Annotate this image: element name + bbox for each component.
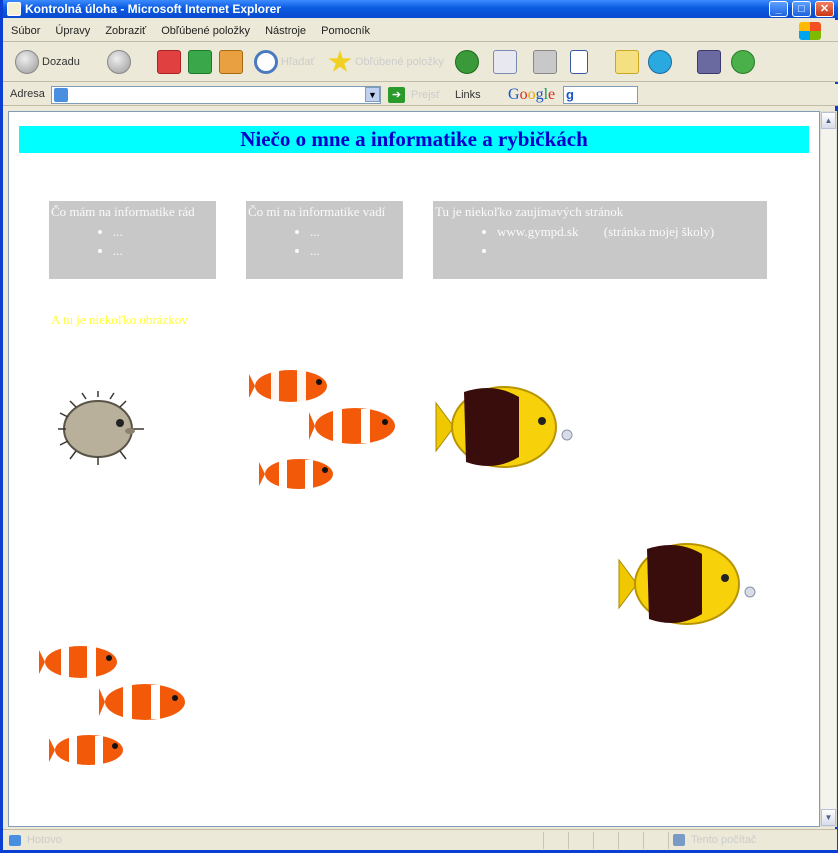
- mail-button[interactable]: [493, 49, 517, 75]
- menu-item-file[interactable]: Súbor: [11, 25, 40, 37]
- window-title: Kontrolná úloha - Microsoft Internet Exp…: [25, 2, 282, 16]
- status-divider: [643, 832, 644, 849]
- back-label: Dozadu: [42, 56, 80, 68]
- maximize-button[interactable]: □: [792, 1, 811, 17]
- menu-bar: Súbor Úpravy Zobraziť Obľúbené položky N…: [3, 20, 838, 42]
- minimize-button[interactable]: _: [769, 1, 788, 17]
- refresh-icon: [188, 50, 212, 74]
- search-icon: [254, 50, 278, 74]
- print-button[interactable]: [533, 49, 557, 75]
- scroll-down-icon[interactable]: ▼: [821, 809, 836, 826]
- history-icon: [455, 50, 479, 74]
- menu-item-tools[interactable]: Nástroje: [265, 25, 306, 37]
- title-bar: Kontrolná úloha - Microsoft Internet Exp…: [3, 0, 838, 18]
- tools-icon: [697, 50, 721, 74]
- search-label: Hľadať: [281, 56, 315, 68]
- computer-icon: [673, 834, 685, 846]
- print-icon: [533, 50, 557, 74]
- menu-item-view[interactable]: Zobraziť: [105, 25, 146, 37]
- list-item: ...: [113, 222, 214, 241]
- page-title: Niečo o mne a informatike a rybičkách: [19, 126, 809, 153]
- page-status-icon: [9, 835, 21, 846]
- note-button[interactable]: [615, 49, 639, 75]
- history-button[interactable]: [455, 49, 479, 75]
- back-icon: [15, 50, 39, 74]
- angelfish-image: [618, 543, 756, 625]
- status-divider: [593, 832, 594, 849]
- menu-item-edit[interactable]: Úpravy: [55, 25, 90, 37]
- list-item: ...: [113, 241, 214, 260]
- link-note: (stránka mojej školy): [603, 224, 715, 239]
- list-item: [497, 241, 765, 260]
- links-label[interactable]: Links: [455, 89, 481, 101]
- status-divider: [668, 832, 669, 849]
- angelfish-image: [435, 386, 573, 468]
- page-content: Niečo o mne a informatike a rybičkách Čo…: [8, 111, 820, 827]
- info-box-likes: Čo mám na informatike rád ... ...: [49, 201, 216, 279]
- address-label: Adresa: [10, 88, 45, 100]
- search-button[interactable]: Hľadať: [254, 49, 315, 75]
- zone-text: Tento počítač: [691, 834, 757, 846]
- word-button[interactable]: [570, 49, 588, 75]
- go-button[interactable]: ➔: [388, 87, 405, 103]
- forward-button[interactable]: [107, 49, 131, 75]
- favorites-label: Obľúbené položky: [355, 56, 444, 68]
- go-label[interactable]: Prejsť: [411, 89, 440, 101]
- vertical-scrollbar[interactable]: ▲ ▼: [820, 111, 837, 827]
- mail-icon: [493, 50, 517, 74]
- list-item: ...: [310, 241, 401, 260]
- stop-button[interactable]: [157, 49, 181, 75]
- address-input[interactable]: [51, 86, 381, 104]
- menu-item-favorites[interactable]: Obľúbené položky: [161, 25, 250, 37]
- home-button[interactable]: [219, 49, 243, 75]
- status-divider: [618, 832, 619, 849]
- info-box-links: Tu je niekoľko zaujímavých stránok www.g…: [433, 201, 767, 279]
- images-label: A tu je niekoľko obrázkov: [51, 312, 188, 327]
- google-logo: Google: [508, 86, 556, 103]
- list-item: www.gympd.sk (stránka mojej školy): [497, 222, 765, 241]
- info-box-dislikes: Čo mi na informatike vadí ... ...: [246, 201, 403, 279]
- box-title: Čo mi na informatike vadí: [248, 204, 386, 219]
- home-icon: [219, 50, 243, 74]
- menu-item-help[interactable]: Pomocník: [321, 25, 370, 37]
- address-dropdown-icon[interactable]: ▼: [365, 87, 380, 102]
- note-icon: [615, 50, 639, 74]
- clownfish-group-image: [39, 646, 185, 765]
- messenger-button[interactable]: [731, 49, 755, 75]
- status-divider: [568, 832, 569, 849]
- clownfish-group-image: [249, 370, 395, 489]
- google-search-input[interactable]: g: [563, 86, 638, 104]
- messenger-icon: [731, 50, 755, 74]
- back-button[interactable]: Dozadu: [15, 49, 80, 75]
- box-title: Tu je niekoľko zaujímavých stránok: [435, 204, 624, 219]
- status-divider: [543, 832, 544, 849]
- stop-icon: [157, 50, 181, 74]
- google-g-icon: g: [566, 87, 574, 102]
- status-text: Hotovo: [27, 834, 62, 846]
- skype-button[interactable]: [648, 49, 672, 75]
- forward-icon: [107, 50, 131, 74]
- refresh-button[interactable]: [188, 49, 212, 75]
- scroll-up-icon[interactable]: ▲: [821, 112, 836, 129]
- pufferfish-image: [58, 391, 144, 465]
- close-button[interactable]: ✕: [815, 1, 834, 17]
- list-item: ...: [310, 222, 401, 241]
- address-bar: Adresa ▼ ➔ Prejsť Links Google g: [3, 84, 838, 106]
- windows-flag-icon: [799, 22, 821, 40]
- favorites-icon: [328, 50, 352, 72]
- page-icon: [54, 88, 68, 102]
- school-link[interactable]: www.gympd.sk: [497, 224, 579, 239]
- browser-window: Kontrolná úloha - Microsoft Internet Exp…: [0, 0, 838, 853]
- word-icon: [570, 50, 588, 74]
- favorites-button[interactable]: Obľúbené položky: [328, 49, 444, 75]
- standard-toolbar: Dozadu Hľadať Obľúbené položky: [3, 42, 838, 82]
- box-title: Čo mám na informatike rád: [51, 204, 195, 219]
- skype-icon: [648, 50, 672, 74]
- tools-button[interactable]: [697, 49, 721, 75]
- ie-icon: [7, 2, 21, 16]
- status-bar: Hotovo Tento počítač: [3, 829, 837, 850]
